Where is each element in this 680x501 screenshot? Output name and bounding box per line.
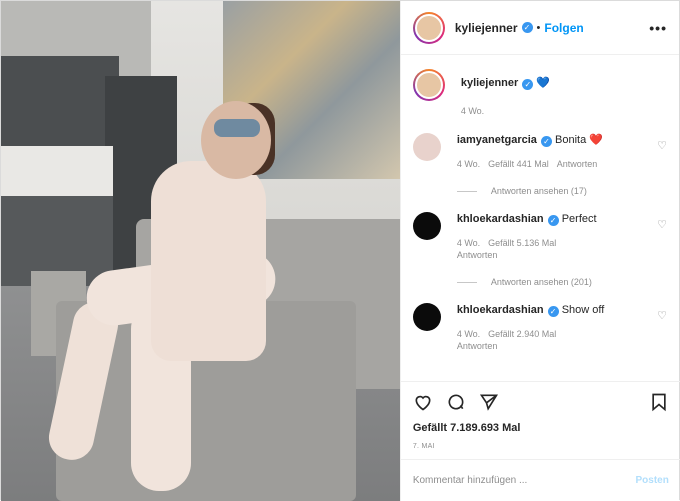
- add-comment-bar: Posten: [400, 459, 680, 501]
- view-replies-button[interactable]: Antworten ansehen (17): [456, 186, 667, 196]
- comment-text: Perfect: [561, 213, 597, 225]
- comment-username[interactable]: khloekardashian: [457, 304, 544, 316]
- verified-badge-icon: ✓: [547, 215, 559, 226]
- verified-badge-icon: ✓: [522, 79, 534, 90]
- photo-shelf: [1, 146, 113, 196]
- comment-likes[interactable]: Gefällt 441 Mal: [488, 159, 549, 169]
- comment-icon[interactable]: [446, 392, 466, 412]
- verified-badge-icon: ✓: [547, 306, 559, 317]
- post-sidebar: kyliejenner ✓ • Folgen ••• kyliejenner ✓ …: [399, 1, 680, 501]
- photo-figure-body: [151, 161, 266, 361]
- more-icon[interactable]: •••: [649, 20, 667, 36]
- comment-username[interactable]: khloekardashian: [457, 213, 544, 225]
- caption-time[interactable]: 4 Wo.: [461, 106, 484, 116]
- comment-username[interactable]: iamyanetgarcia: [457, 134, 537, 146]
- likes-count[interactable]: Gefällt 7.189.693 Mal: [413, 422, 669, 434]
- comment-time[interactable]: 4 Wo.: [457, 159, 480, 169]
- post-date[interactable]: 7. MAI: [413, 443, 669, 450]
- separator-dot: •: [536, 21, 541, 34]
- post-dialog: kyliejenner ✓ • Folgen ••• kyliejenner ✓ …: [0, 0, 680, 501]
- comment-time[interactable]: 4 Wo.: [457, 329, 480, 339]
- comment-heart-icon[interactable]: ♡: [657, 309, 667, 322]
- comment-time[interactable]: 4 Wo.: [457, 238, 480, 248]
- comment-item: iamyanetgarcia ✓ Bonita ❤️ 4 Wo. Gefällt 4…: [412, 133, 667, 170]
- comment-item: khloekardashian ✓ Perfect 4 Wo. Gefällt 5.…: [412, 212, 667, 261]
- heart-icon[interactable]: [413, 392, 433, 412]
- post-header: kyliejenner ✓ • Folgen •••: [400, 1, 679, 55]
- reply-button[interactable]: Antworten: [457, 250, 498, 260]
- comment-likes[interactable]: Gefällt 2.940 Mal: [488, 329, 556, 339]
- comments-list[interactable]: kyliejenner ✓ 💙 4 Wo. iamyanetgarcia ✓ Bon…: [401, 55, 679, 377]
- comment-input[interactable]: [412, 475, 636, 486]
- header-username[interactable]: kyliejenner: [455, 21, 518, 35]
- post-button[interactable]: Posten: [635, 475, 668, 486]
- follow-button[interactable]: Folgen: [544, 21, 583, 35]
- reply-button[interactable]: Antworten: [557, 159, 598, 169]
- comment-heart-icon[interactable]: ♡: [657, 218, 667, 231]
- comment-text: Show off: [561, 304, 605, 316]
- share-icon[interactable]: [479, 392, 499, 412]
- photo-figure-head: [201, 101, 271, 179]
- reply-button[interactable]: Antworten: [457, 341, 498, 351]
- photo-figure-sunglasses: [214, 119, 260, 137]
- post-actions: Gefällt 7.189.693 Mal 7. MAI: [400, 381, 680, 450]
- bookmark-icon[interactable]: [649, 392, 669, 412]
- verified-badge-icon: ✓: [540, 136, 552, 147]
- comment-heart-icon[interactable]: ♡: [657, 139, 667, 152]
- avatar[interactable]: [412, 212, 441, 240]
- avatar[interactable]: [412, 69, 445, 101]
- photo-cabinet: [1, 56, 119, 146]
- avatar[interactable]: [412, 303, 441, 331]
- comment-likes[interactable]: Gefällt 5.136 Mal: [488, 238, 556, 248]
- caption-emoji: 💙: [536, 77, 551, 89]
- caption-username[interactable]: kyliejenner: [461, 77, 518, 89]
- comment-text: Bonita: [555, 134, 587, 146]
- comment-item: khloekardashian ✓ Show off 4 Wo. Gefällt 2…: [412, 303, 667, 352]
- view-replies-button[interactable]: Antworten ansehen (201): [456, 277, 667, 287]
- caption: kyliejenner ✓ 💙 4 Wo.: [412, 69, 667, 117]
- comment-emoji: ❤️: [589, 134, 603, 146]
- post-photo[interactable]: [1, 1, 400, 501]
- verified-badge-icon: ✓: [521, 22, 533, 33]
- avatar[interactable]: [412, 11, 445, 44]
- avatar[interactable]: [412, 133, 441, 161]
